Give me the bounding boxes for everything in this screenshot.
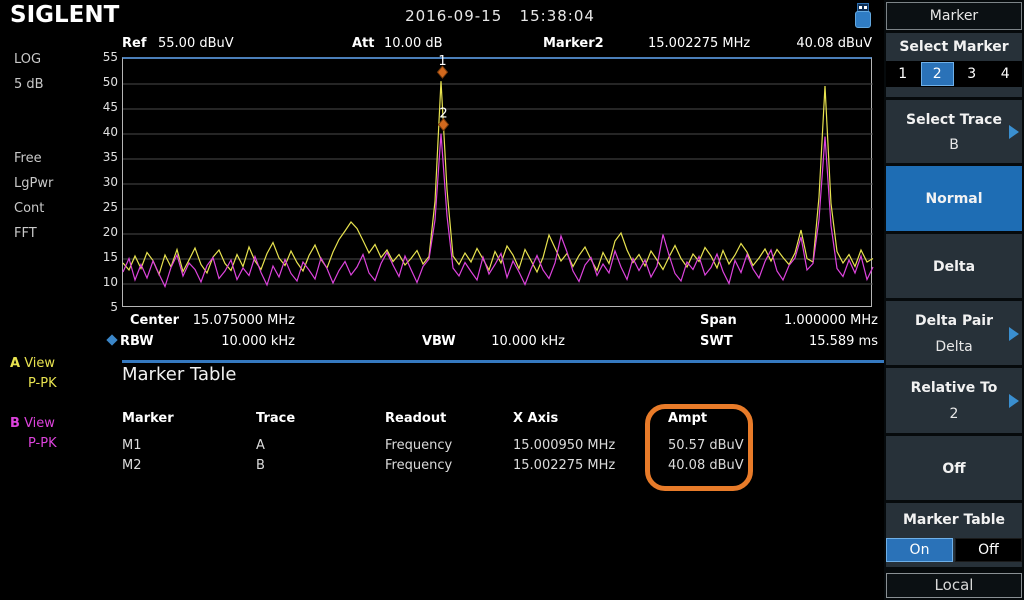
rbw-label: RBW [120, 334, 154, 349]
mt-r2-trace: B [256, 458, 265, 473]
ampt-column-highlight [645, 404, 753, 491]
avg-type-label: LgPwr [14, 176, 53, 191]
mt-r1-xaxis: 15.000950 MHz [513, 438, 615, 453]
trace-b-detector: P-PK [28, 436, 57, 451]
mt-r1-marker: M1 [122, 438, 142, 453]
ytick-55: 55 [90, 50, 118, 64]
swt-value: 15.589 ms [730, 334, 878, 349]
softkey-marker-table[interactable]: Marker Table On Off [886, 503, 1022, 567]
delta-pair-value: Delta [886, 339, 1022, 355]
marker-table-title: Marker Table [122, 364, 237, 385]
ytick-15: 15 [90, 250, 118, 264]
marker-table-toggle-row: On Off [886, 538, 1022, 562]
swt-label: SWT [700, 334, 733, 349]
ytick-20: 20 [90, 225, 118, 239]
trace-b-state: View [24, 416, 55, 431]
local-button[interactable]: Local [886, 573, 1022, 598]
mt-r2-readout: Frequency [385, 458, 452, 473]
submenu-arrow-icon [1009, 394, 1019, 408]
marker-4-button[interactable]: 4 [990, 62, 1022, 86]
rbw-coupled-icon [106, 334, 117, 345]
ytick-45: 45 [90, 100, 118, 114]
att-value: 10.00 dB [384, 36, 443, 51]
section-divider [122, 360, 884, 363]
softkey-select-trace[interactable]: Select Trace B [886, 100, 1022, 163]
mt-r1-readout: Frequency [385, 438, 452, 453]
active-marker-label: Marker2 [543, 36, 604, 51]
mt-header-xaxis: X Axis [513, 411, 558, 426]
softkey-normal[interactable]: Normal [886, 166, 1022, 231]
submenu-arrow-icon [1009, 125, 1019, 139]
ytick-25: 25 [90, 200, 118, 214]
mt-header-marker: Marker [122, 411, 174, 426]
marker-table-off-button[interactable]: Off [955, 538, 1022, 562]
scale-div-label: 5 dB [14, 77, 44, 92]
datetime-display: 2016-09-15 15:38:04 [300, 7, 700, 25]
menu-title: Marker [886, 2, 1022, 30]
ytick-30: 30 [90, 175, 118, 189]
select-trace-value: B [886, 137, 1022, 153]
marker-table-on-button[interactable]: On [886, 538, 953, 562]
mt-r2-marker: M2 [122, 458, 142, 473]
mt-r2-xaxis: 15.002275 MHz [513, 458, 615, 473]
att-label: Att [352, 36, 375, 51]
trace-a-state: View [24, 356, 55, 371]
marker-3-button[interactable]: 3 [956, 62, 988, 86]
svg-text:2: 2 [439, 107, 447, 122]
marker-2-button[interactable]: 2 [921, 62, 955, 86]
ytick-35: 35 [90, 150, 118, 164]
delta-pair-label: Delta Pair [886, 313, 1022, 329]
select-marker-label: Select Marker [886, 39, 1022, 55]
delta-label: Delta [886, 259, 1022, 275]
amp-scale-label: LOG [14, 52, 41, 67]
time-text: 15:38:04 [520, 7, 595, 25]
filter-mode-label: FFT [14, 226, 37, 241]
marker-1-button[interactable]: 1 [887, 62, 919, 86]
softkey-relative-to[interactable]: Relative To 2 [886, 368, 1022, 433]
softkey-delta[interactable]: Delta [886, 234, 1022, 298]
marker-table-toggle-label: Marker Table [886, 512, 1022, 528]
usb-drive-icon [853, 3, 873, 29]
ref-label: Ref [122, 36, 146, 51]
relative-to-value: 2 [886, 406, 1022, 422]
off-label: Off [886, 461, 1022, 477]
rbw-value: 10.000 kHz [160, 334, 295, 349]
ref-value: 55.00 dBuV [158, 36, 234, 51]
center-value: 15.075000 MHz [160, 313, 295, 328]
trace-a-id: A [10, 356, 20, 371]
spectrum-analyzer-screen: SIGLENT 2016-09-15 15:38:04 LOG 5 dB Fre… [0, 0, 1024, 600]
span-value: 1.000000 MHz [730, 313, 878, 328]
trace-b-status: B View [10, 416, 55, 431]
svg-text:1: 1 [438, 54, 446, 69]
relative-to-label: Relative To [886, 380, 1022, 396]
ytick-50: 50 [90, 75, 118, 89]
vbw-value: 10.000 kHz [460, 334, 565, 349]
date-text: 2016-09-15 [405, 7, 502, 25]
trigger-label: Free [14, 151, 42, 166]
marker-number-row: 1 2 3 4 [886, 61, 1022, 87]
ytick-10: 10 [90, 275, 118, 289]
softkey-menu: Marker Select Marker 1 2 3 4 Select Trac… [884, 0, 1024, 600]
active-marker-ampl: 40.08 dBuV [720, 36, 872, 51]
trace-plot: 12 [123, 59, 873, 309]
trace-a-status: A View [10, 356, 55, 371]
vbw-label: VBW [422, 334, 456, 349]
select-trace-label: Select Trace [886, 112, 1022, 128]
ytick-5: 5 [90, 300, 118, 314]
sweep-mode-label: Cont [14, 201, 44, 216]
mt-header-readout: Readout [385, 411, 446, 426]
submenu-arrow-icon [1009, 327, 1019, 341]
siglent-logo: SIGLENT [10, 2, 119, 28]
softkey-delta-pair[interactable]: Delta Pair Delta [886, 301, 1022, 365]
softkey-off[interactable]: Off [886, 436, 1022, 500]
normal-label: Normal [886, 191, 1022, 207]
trace-b-id: B [10, 416, 20, 431]
mt-header-trace: Trace [256, 411, 295, 426]
trace-a-detector: P-PK [28, 376, 57, 391]
softkey-select-marker[interactable]: Select Marker 1 2 3 4 [886, 33, 1022, 97]
ytick-40: 40 [90, 125, 118, 139]
mt-r1-trace: A [256, 438, 265, 453]
spectrum-display: 12 [122, 57, 872, 307]
